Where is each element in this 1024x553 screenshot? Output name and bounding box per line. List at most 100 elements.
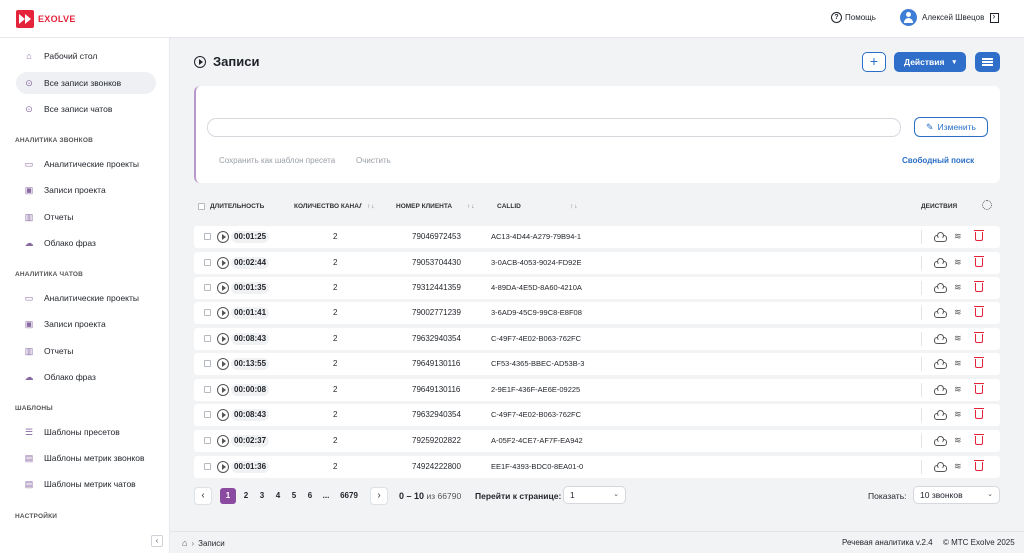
actions-dropdown-button[interactable]: Действия ▾ — [894, 52, 966, 72]
trash-icon[interactable] — [974, 256, 984, 267]
table-row[interactable]: 00:02:37 2 79259202822 A-05F2-4CE7-AF7F-… — [194, 430, 1000, 452]
table-row[interactable]: 00:08:43 2 79632940354 C-49F7-4E02-B063-… — [194, 328, 1000, 350]
column-duration[interactable]: ДЛИТЕЛЬНОСТЬ — [210, 203, 264, 210]
sidebar-item-all-call-records[interactable]: ⊙ Все записи звонков — [16, 72, 156, 94]
table-row[interactable]: 00:02:44 2 79053704430 3-0ACB-4053-9024-… — [194, 252, 1000, 274]
waveform-icon[interactable]: ≋ — [954, 358, 962, 369]
trash-icon[interactable] — [974, 434, 984, 445]
sidebar-item-chat-metric-templates[interactable]: ▤ Шаблоны метрик чатов — [16, 473, 156, 495]
logout-icon[interactable] — [990, 11, 1000, 23]
download-cloud-icon[interactable] — [934, 462, 947, 472]
row-checkbox[interactable] — [204, 335, 211, 342]
play-icon[interactable] — [217, 435, 229, 447]
sidebar-collapse-button[interactable]: ‹ — [151, 535, 163, 547]
sort-phone-icon[interactable]: ↑↓ — [467, 203, 476, 210]
trash-icon[interactable] — [974, 230, 984, 241]
play-icon[interactable] — [217, 231, 229, 243]
sidebar-item-calls-projects[interactable]: ▭ Аналитические проекты — [16, 153, 156, 175]
waveform-icon[interactable]: ≋ — [954, 384, 962, 395]
download-cloud-icon[interactable] — [934, 436, 947, 446]
column-channels[interactable]: КОЛИЧЕСТВО КАНАЛОВ — [294, 203, 362, 210]
waveform-icon[interactable]: ≋ — [954, 333, 962, 344]
sort-callid-icon[interactable]: ↑↓ — [570, 203, 579, 210]
page-button[interactable]: 4 — [270, 488, 286, 504]
prev-page-button[interactable]: ‹ — [194, 487, 212, 505]
free-search-link[interactable]: Свободный поиск — [902, 156, 974, 165]
sidebar-item-calls-reports[interactable]: ▥ Отчеты — [16, 206, 156, 228]
per-page-select[interactable]: 10 звонков ⌄ — [913, 486, 1000, 504]
download-cloud-icon[interactable] — [934, 334, 947, 344]
download-cloud-icon[interactable] — [934, 232, 947, 242]
sidebar-item-chats-phrase-cloud[interactable]: ☁ Облако фраз — [16, 366, 156, 388]
sort-channels-icon[interactable]: ↑↓ — [367, 203, 376, 210]
download-cloud-icon[interactable] — [934, 359, 947, 369]
play-icon[interactable] — [217, 333, 229, 345]
download-cloud-icon[interactable] — [934, 410, 947, 420]
user-menu[interactable]: Алексей Швецов — [900, 9, 1000, 26]
row-checkbox[interactable] — [204, 463, 211, 470]
table-row[interactable]: 00:01:35 2 79312441359 4-89DA-4E5D-8A60-… — [194, 277, 1000, 299]
trash-icon[interactable] — [974, 306, 984, 317]
play-icon[interactable] — [217, 358, 229, 370]
sidebar-item-preset-templates[interactable]: ☰ Шаблоны пресетов — [16, 421, 156, 443]
save-preset-link[interactable]: Сохранить как шаблон пресета — [219, 156, 335, 165]
table-row[interactable]: 00:01:36 2 74924222800 0-EE1F-4393-BDC0-… — [194, 456, 1000, 478]
sidebar-item-call-metric-templates[interactable]: ▤ Шаблоны метрик звонков — [16, 447, 156, 469]
row-checkbox[interactable] — [204, 259, 211, 266]
page-button[interactable]: 5 — [286, 488, 302, 504]
sidebar-item-calls-phrase-cloud[interactable]: ☁ Облако фраз — [16, 232, 156, 254]
column-callid[interactable]: CALLID — [497, 203, 521, 210]
waveform-icon[interactable]: ≋ — [954, 307, 962, 318]
help-link[interactable]: ? Помощь — [831, 12, 876, 23]
table-row[interactable]: 00:01:41 2 79002771239 3-6AD9-45C9-99C8-… — [194, 302, 1000, 324]
download-cloud-icon[interactable] — [934, 385, 947, 395]
gear-icon[interactable] — [982, 200, 992, 210]
table-row[interactable]: 00:08:43 2 79632940354 C-49F7-4E02-B063-… — [194, 404, 1000, 426]
trash-icon[interactable] — [974, 460, 984, 471]
play-icon[interactable] — [217, 282, 229, 294]
waveform-icon[interactable]: ≋ — [954, 461, 962, 472]
view-settings-button[interactable] — [975, 52, 1000, 72]
row-checkbox[interactable] — [204, 284, 211, 291]
row-checkbox[interactable] — [204, 360, 211, 367]
table-row[interactable]: 00:00:08 2 79649130116 2-9E1F-436F-AE6E-… — [194, 379, 1000, 401]
logo[interactable]: EXOLVE — [16, 10, 76, 28]
trash-icon[interactable] — [974, 383, 984, 394]
sidebar-item-chats-project-records[interactable]: ▣ Записи проекта — [16, 313, 156, 335]
waveform-icon[interactable]: ≋ — [954, 282, 962, 293]
trash-icon[interactable] — [974, 408, 984, 419]
home-icon[interactable]: ⌂ — [182, 538, 187, 548]
sidebar-item-all-chat-records[interactable]: ⊙ Все записи чатов — [16, 98, 156, 120]
page-button-last[interactable]: 6679 — [334, 488, 364, 504]
next-page-button[interactable]: › — [370, 487, 388, 505]
row-checkbox[interactable] — [204, 309, 211, 316]
row-checkbox[interactable] — [204, 386, 211, 393]
download-cloud-icon[interactable] — [934, 283, 947, 293]
row-checkbox[interactable] — [204, 437, 211, 444]
play-icon[interactable] — [217, 461, 229, 473]
page-button[interactable]: 3 — [254, 488, 270, 504]
sidebar-item-dashboard[interactable]: ⌂ Рабочий стол — [16, 45, 156, 67]
clear-filter-link[interactable]: Очистить — [356, 156, 391, 165]
select-all-checkbox[interactable] — [198, 203, 205, 210]
table-row[interactable]: 00:13:55 2 79649130116 3-CF53-4365-BBEC-… — [194, 353, 1000, 375]
trash-icon[interactable] — [974, 357, 984, 368]
edit-filter-button[interactable]: ✎ Изменить — [914, 117, 988, 137]
sidebar-item-chats-projects[interactable]: ▭ Аналитические проекты — [16, 287, 156, 309]
waveform-icon[interactable]: ≋ — [954, 257, 962, 268]
play-icon[interactable] — [217, 409, 229, 421]
sidebar-item-chats-reports[interactable]: ▥ Отчеты — [16, 340, 156, 362]
waveform-icon[interactable]: ≋ — [954, 231, 962, 242]
row-checkbox[interactable] — [204, 411, 211, 418]
goto-page-select[interactable]: 1 ⌄ — [563, 486, 626, 504]
page-button[interactable]: 2 — [238, 488, 254, 504]
play-icon[interactable] — [217, 307, 229, 319]
page-button[interactable]: 6 — [302, 488, 318, 504]
play-icon[interactable] — [217, 384, 229, 396]
sidebar-item-calls-project-records[interactable]: ▣ Записи проекта — [16, 179, 156, 201]
play-icon[interactable] — [217, 257, 229, 269]
trash-icon[interactable] — [974, 332, 984, 343]
page-button-current[interactable]: 1 — [220, 488, 236, 504]
row-checkbox[interactable] — [204, 233, 211, 240]
trash-icon[interactable] — [974, 281, 984, 292]
